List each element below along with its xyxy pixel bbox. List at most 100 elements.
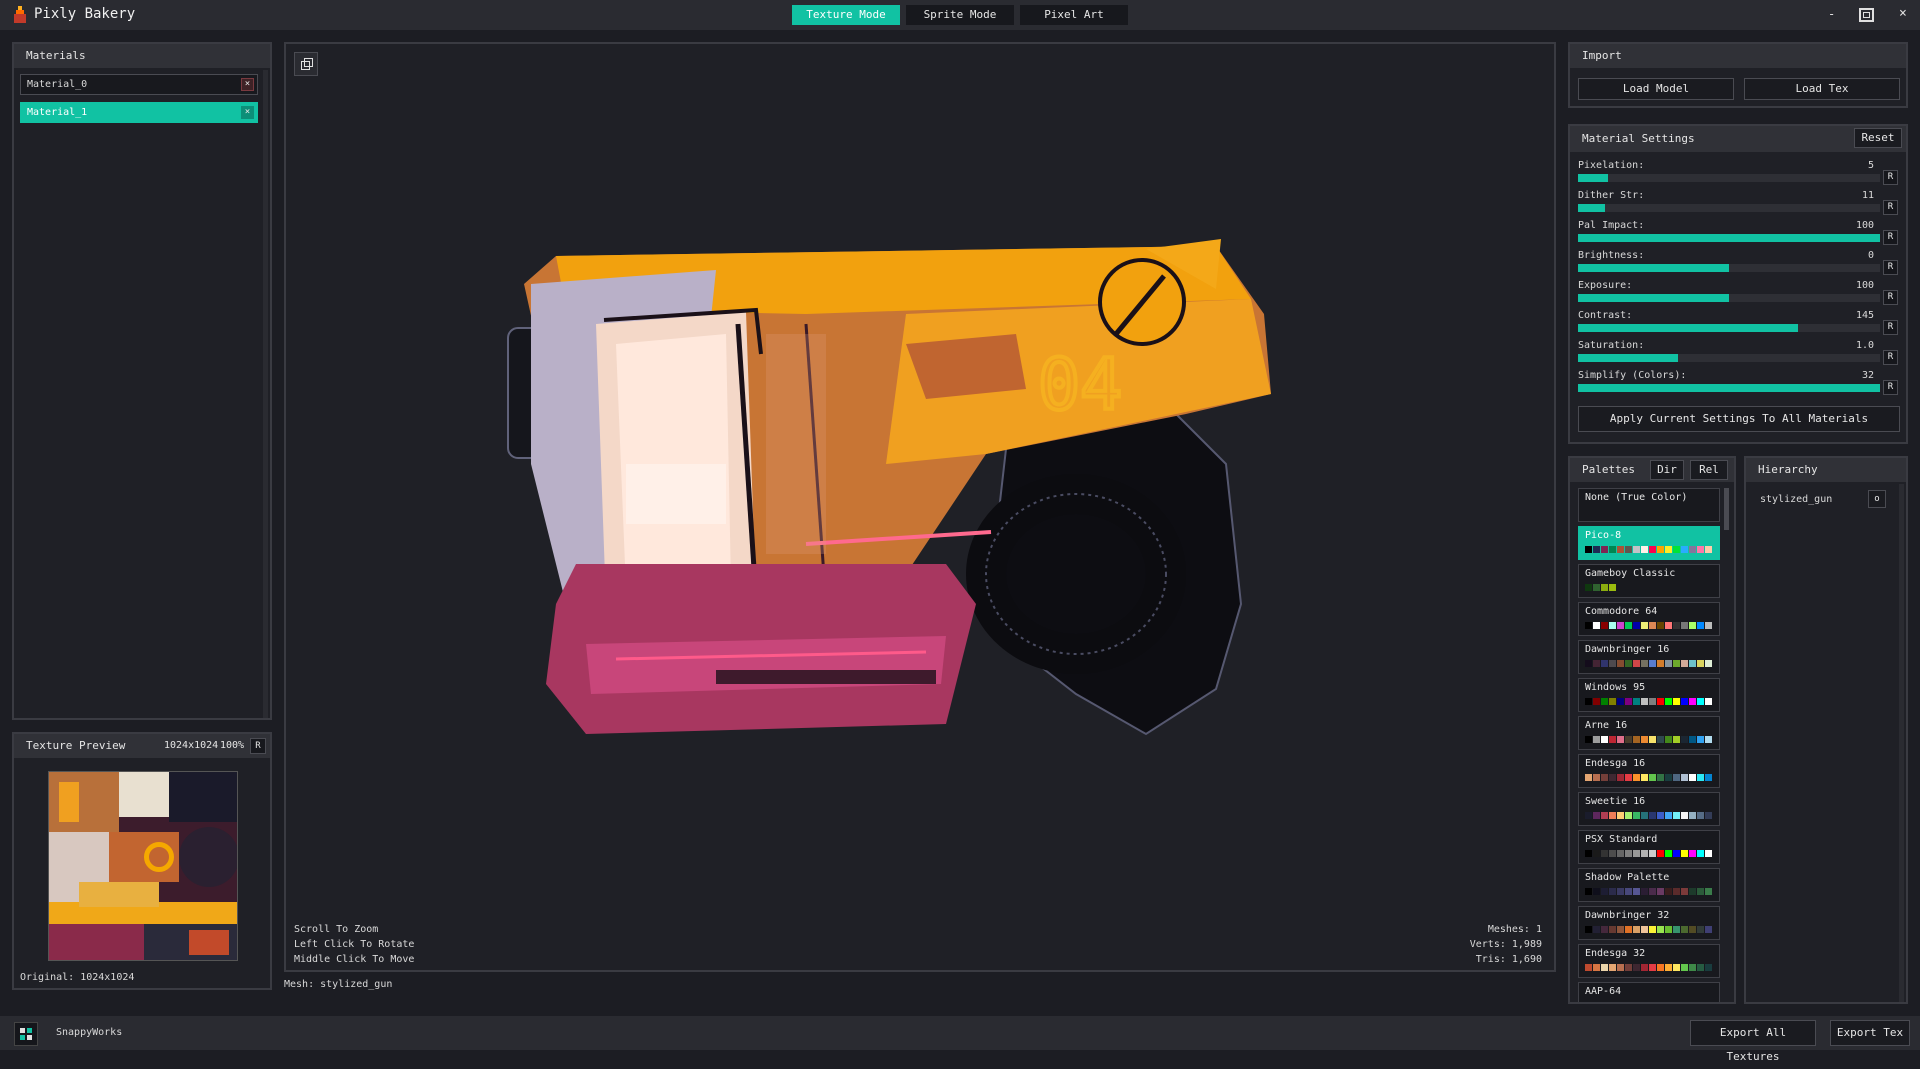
model-render: 04 (507, 239, 1271, 736)
stat-verts: Verts: 1,989 (1469, 939, 1542, 950)
slider-track[interactable] (1578, 204, 1880, 212)
tab-sprite-mode[interactable]: Sprite Mode (906, 5, 1014, 25)
slider-reset-button[interactable]: R (1883, 230, 1898, 245)
materials-scrollbar[interactable] (263, 70, 268, 718)
export-tex-button[interactable]: Export Tex (1830, 1020, 1910, 1046)
slider-track[interactable] (1578, 384, 1880, 392)
slider-track[interactable] (1578, 354, 1880, 362)
palette-swatch: #3e2731 (1633, 964, 1640, 971)
slider-reset-button[interactable]: R (1883, 350, 1898, 365)
palettes-scrollbar[interactable] (1724, 488, 1729, 530)
palette-swatch: #306230 (1593, 584, 1600, 591)
viewport-hint-zoom: Scroll To Zoom (294, 924, 379, 935)
palette-item[interactable]: Dawnbringer 32 #000000#222034#45283c#6639… (1578, 906, 1720, 940)
apply-all-materials-button[interactable]: Apply Current Settings To All Materials (1578, 406, 1900, 432)
material-item-1[interactable]: Material_1 × (20, 102, 258, 123)
slider-row[interactable]: Pal Impact: 100 R (1578, 220, 1898, 250)
palette-swatch: #ffcd75 (1617, 812, 1624, 819)
load-model-button[interactable]: Load Model (1578, 78, 1734, 100)
palette-swatch: #733e39 (1625, 964, 1632, 971)
palette-swatches: #1a1c2c#5d275d#b13e53#ef7d57#ffcd75#a7f0… (1585, 812, 1712, 819)
maximize-icon[interactable] (1859, 8, 1874, 22)
slider-row[interactable]: Dither Str: 11 R (1578, 190, 1898, 220)
palette-item[interactable]: Pico-8 #000000#1d2b53#7e2553#008751#ab523… (1578, 526, 1720, 560)
palette-name: Commodore 64 (1585, 606, 1658, 617)
palette-swatch: #be4a2f (1585, 964, 1592, 971)
slider-track[interactable] (1578, 264, 1880, 272)
slider-track[interactable] (1578, 294, 1880, 302)
palette-name: Windows 95 (1585, 682, 1646, 693)
palettes-rel-button[interactable]: Rel (1690, 460, 1728, 480)
palettes-dir-button[interactable]: Dir (1650, 460, 1684, 480)
palette-swatch: #a7f070 (1625, 812, 1632, 819)
palette-swatch: #2ce8f4 (1697, 774, 1704, 781)
hierarchy-item-label[interactable]: stylized_gun (1760, 494, 1832, 505)
palette-swatch: #48487b (1625, 888, 1632, 895)
slider-row[interactable]: Simplify (Colors): 32 R (1578, 370, 1898, 400)
palette-swatch: #ffffff (1689, 774, 1696, 781)
slider-track[interactable] (1578, 324, 1880, 332)
close-button[interactable]: × (1899, 6, 1907, 21)
palette-swatches: #000000#1d2b53#7e2553#008751#ab5236#5f57… (1585, 546, 1712, 553)
palettes-header: Palettes Dir Rel (1570, 458, 1734, 482)
slider-reset-button[interactable]: R (1883, 170, 1898, 185)
palette-item[interactable]: Shadow Palette #000000#0f0f1b#1d1d33#2b2b… (1578, 868, 1720, 902)
slider-row[interactable]: Saturation: 1.0 R (1578, 340, 1898, 370)
palette-item[interactable]: Sweetie 16#1a1c2c#5d275d#b13e53#ef7d57#f… (1578, 792, 1720, 826)
remove-material-1-button[interactable]: × (241, 106, 254, 119)
palette-swatches: #140c1c#442434#30346d#4e4a4e#854c30#3465… (1585, 660, 1712, 667)
slider-row[interactable]: Pixelation: 5 R (1578, 160, 1898, 190)
palette-swatch: #feae34 (1665, 964, 1672, 971)
texture-reset-button[interactable]: R (250, 738, 266, 754)
material-item-0[interactable]: Material_0 × (20, 74, 258, 95)
slider-track[interactable] (1578, 234, 1880, 242)
load-tex-button[interactable]: Load Tex (1744, 78, 1900, 100)
palette-item[interactable]: PSX Standard #000000#1a1a1a#333333#4d4d4d… (1578, 830, 1720, 864)
slider-value: 11 (1861, 190, 1874, 201)
slider-reset-button[interactable]: R (1883, 380, 1898, 395)
palette-swatches: #be4a2f#d77643#ead4aa#e4a672#b86f50#733e… (1585, 964, 1712, 971)
palette-swatch: #524b24 (1689, 926, 1696, 933)
material-settings-reset-button[interactable]: Reset (1854, 128, 1902, 148)
palette-item[interactable]: Endesga 16 #e4a672#b86f50#743f39#3f2832#9… (1578, 754, 1720, 788)
slider-reset-button[interactable]: R (1883, 200, 1898, 215)
palette-swatch: #7e2553 (1601, 546, 1608, 553)
palette-item[interactable]: Windows 95#000000#800000#008000#808000#0… (1578, 678, 1720, 712)
palette-swatch: #ab5236 (1617, 546, 1624, 553)
slider-label: Saturation: (1578, 340, 1645, 351)
palette-swatch: #3f2832 (1609, 774, 1616, 781)
slider-row[interactable]: Brightness: 0 R (1578, 250, 1898, 280)
palette-swatch: #3a1d1d (1665, 888, 1672, 895)
palette-swatch: #6dc2ca (1689, 660, 1696, 667)
palette-item[interactable]: Gameboy Classic #0f380f#306230#8bac0f#9bb… (1578, 564, 1720, 598)
slider-reset-button[interactable]: R (1883, 260, 1898, 275)
slider-reset-button[interactable]: R (1883, 320, 1898, 335)
palette-item[interactable]: Arne 16 #000000#9d9d9d#ffffff#be2633#e06f… (1578, 716, 1720, 750)
tab-pixel-art[interactable]: Pixel Art (1020, 5, 1128, 25)
hierarchy-visibility-toggle[interactable]: o (1868, 490, 1886, 508)
palette-swatch: #a22633 (1641, 964, 1648, 971)
slider-row[interactable]: Contrast: 145 R (1578, 310, 1898, 340)
hierarchy-scrollbar[interactable] (1899, 484, 1904, 1002)
minimize-button[interactable]: - (1828, 7, 1835, 21)
slider-reset-button[interactable]: R (1883, 290, 1898, 305)
slider-track[interactable] (1578, 174, 1880, 182)
palette-none[interactable]: None (True Color) (1578, 488, 1720, 522)
palette-swatch: #000000 (1585, 888, 1592, 895)
palette-swatch: #8bac0f (1601, 584, 1608, 591)
tab-texture-mode[interactable]: Texture Mode (792, 5, 900, 25)
materials-title: Materials (14, 44, 270, 68)
viewport[interactable]: 04 Scroll To Zoom Left Click To Rotate M… (284, 42, 1556, 972)
export-all-textures-button[interactable]: Export All Textures (1690, 1020, 1816, 1063)
palette-swatch: #ff0000 (1657, 850, 1664, 857)
palette-item[interactable]: Commodore 64 #000000#ffffff#880000#aaffee… (1578, 602, 1720, 636)
palette-swatch: #bbbbbb (1705, 622, 1712, 629)
remove-material-0-button[interactable]: × (241, 78, 254, 91)
palette-item[interactable]: Endesga 32 #be4a2f#d77643#ead4aa#e4a672#b… (1578, 944, 1720, 978)
palette-item[interactable]: AAP-64 (1578, 982, 1720, 1002)
slider-row[interactable]: Exposure: 100 R (1578, 280, 1898, 310)
palette-swatch: #00ffff (1697, 850, 1704, 857)
palette-item[interactable]: Dawnbringer 16 #140c1c#442434#30346d#4e4a… (1578, 640, 1720, 674)
palette-swatch: #565693 (1633, 888, 1640, 895)
slider-value: 0 (1867, 250, 1874, 261)
